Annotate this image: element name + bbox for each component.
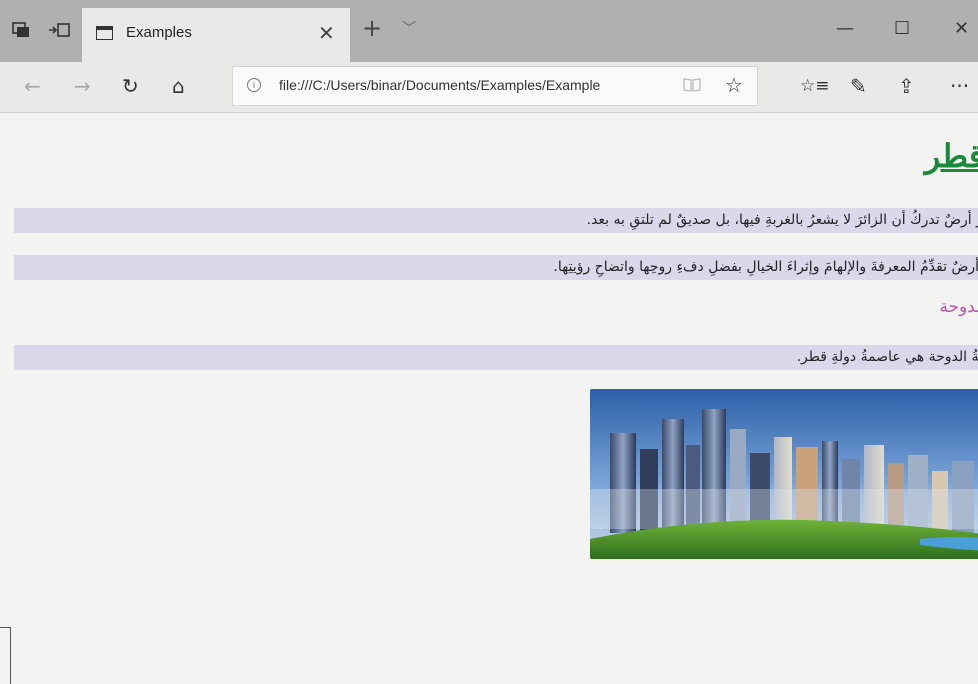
address-url[interactable]: file:///C:/Users/binar/Documents/Example… bbox=[279, 77, 665, 93]
paragraph: مدينةُ الدوحة هي عاصمةُ دولةِ قطر. bbox=[14, 345, 978, 370]
new-tab-icon[interactable]: + bbox=[362, 14, 382, 42]
tabs-preview-icon[interactable] bbox=[48, 22, 70, 42]
navigation-bar: ← → ↻ ⌂ i file:///C:/Users/binar/Documen… bbox=[0, 62, 978, 113]
close-icon[interactable]: ✕ bbox=[318, 21, 335, 45]
paragraph-text: إنها أرضٌ تقدِّمُ المعرفةَ والإلهامَ وإث… bbox=[553, 259, 978, 275]
address-bar[interactable]: i file:///C:/Users/binar/Documents/Examp… bbox=[232, 66, 758, 106]
refresh-icon[interactable]: ↻ bbox=[122, 74, 139, 98]
page-heading: قطر bbox=[924, 137, 978, 175]
tab-page-icon bbox=[96, 26, 113, 40]
tab-set-aside-icon[interactable] bbox=[12, 22, 30, 42]
more-icon[interactable]: ··· bbox=[950, 74, 969, 98]
doha-skyline-image bbox=[590, 389, 978, 559]
home-icon[interactable]: ⌂ bbox=[172, 74, 185, 98]
favorites-icon[interactable]: ☆≡ bbox=[800, 76, 829, 96]
minimize-icon[interactable]: — bbox=[836, 18, 854, 39]
info-icon[interactable]: i bbox=[247, 78, 261, 92]
close-window-icon[interactable]: ✕ bbox=[954, 18, 969, 39]
paragraph: إنها أرضٌ تقدِّمُ المعرفةَ والإلهامَ وإث… bbox=[14, 255, 978, 280]
paragraph-text: مدينةُ الدوحة هي عاصمةُ دولةِ قطر. bbox=[796, 349, 978, 365]
tab-title: Examples bbox=[126, 24, 192, 41]
chevron-down-icon[interactable]: ﹀ bbox=[402, 18, 416, 38]
forward-arrow-icon[interactable]: → bbox=[74, 74, 91, 98]
title-bar: Examples ✕ + ﹀ — ☐ ✕ bbox=[0, 0, 978, 62]
reading-view-icon[interactable] bbox=[683, 77, 701, 97]
star-icon[interactable]: ☆ bbox=[725, 73, 743, 97]
paragraph-text: قطر أرضٌ تدركُ أن الزائرَ لا يشعرُ بالغر… bbox=[586, 212, 978, 228]
tab-examples[interactable]: Examples ✕ bbox=[82, 8, 350, 62]
page-content: قطر قطر أرضٌ تدركُ أن الزائرَ لا يشعرُ ب… bbox=[0, 113, 978, 684]
divider bbox=[0, 627, 10, 628]
back-arrow-icon[interactable]: ← bbox=[24, 74, 41, 98]
subheading: الدوحة bbox=[939, 297, 978, 317]
pen-icon[interactable]: ✎ bbox=[850, 74, 867, 98]
share-icon[interactable]: ⇪ bbox=[898, 74, 915, 98]
maximize-icon[interactable]: ☐ bbox=[894, 18, 910, 39]
paragraph: قطر أرضٌ تدركُ أن الزائرَ لا يشعرُ بالغر… bbox=[14, 208, 978, 233]
divider bbox=[10, 627, 11, 684]
